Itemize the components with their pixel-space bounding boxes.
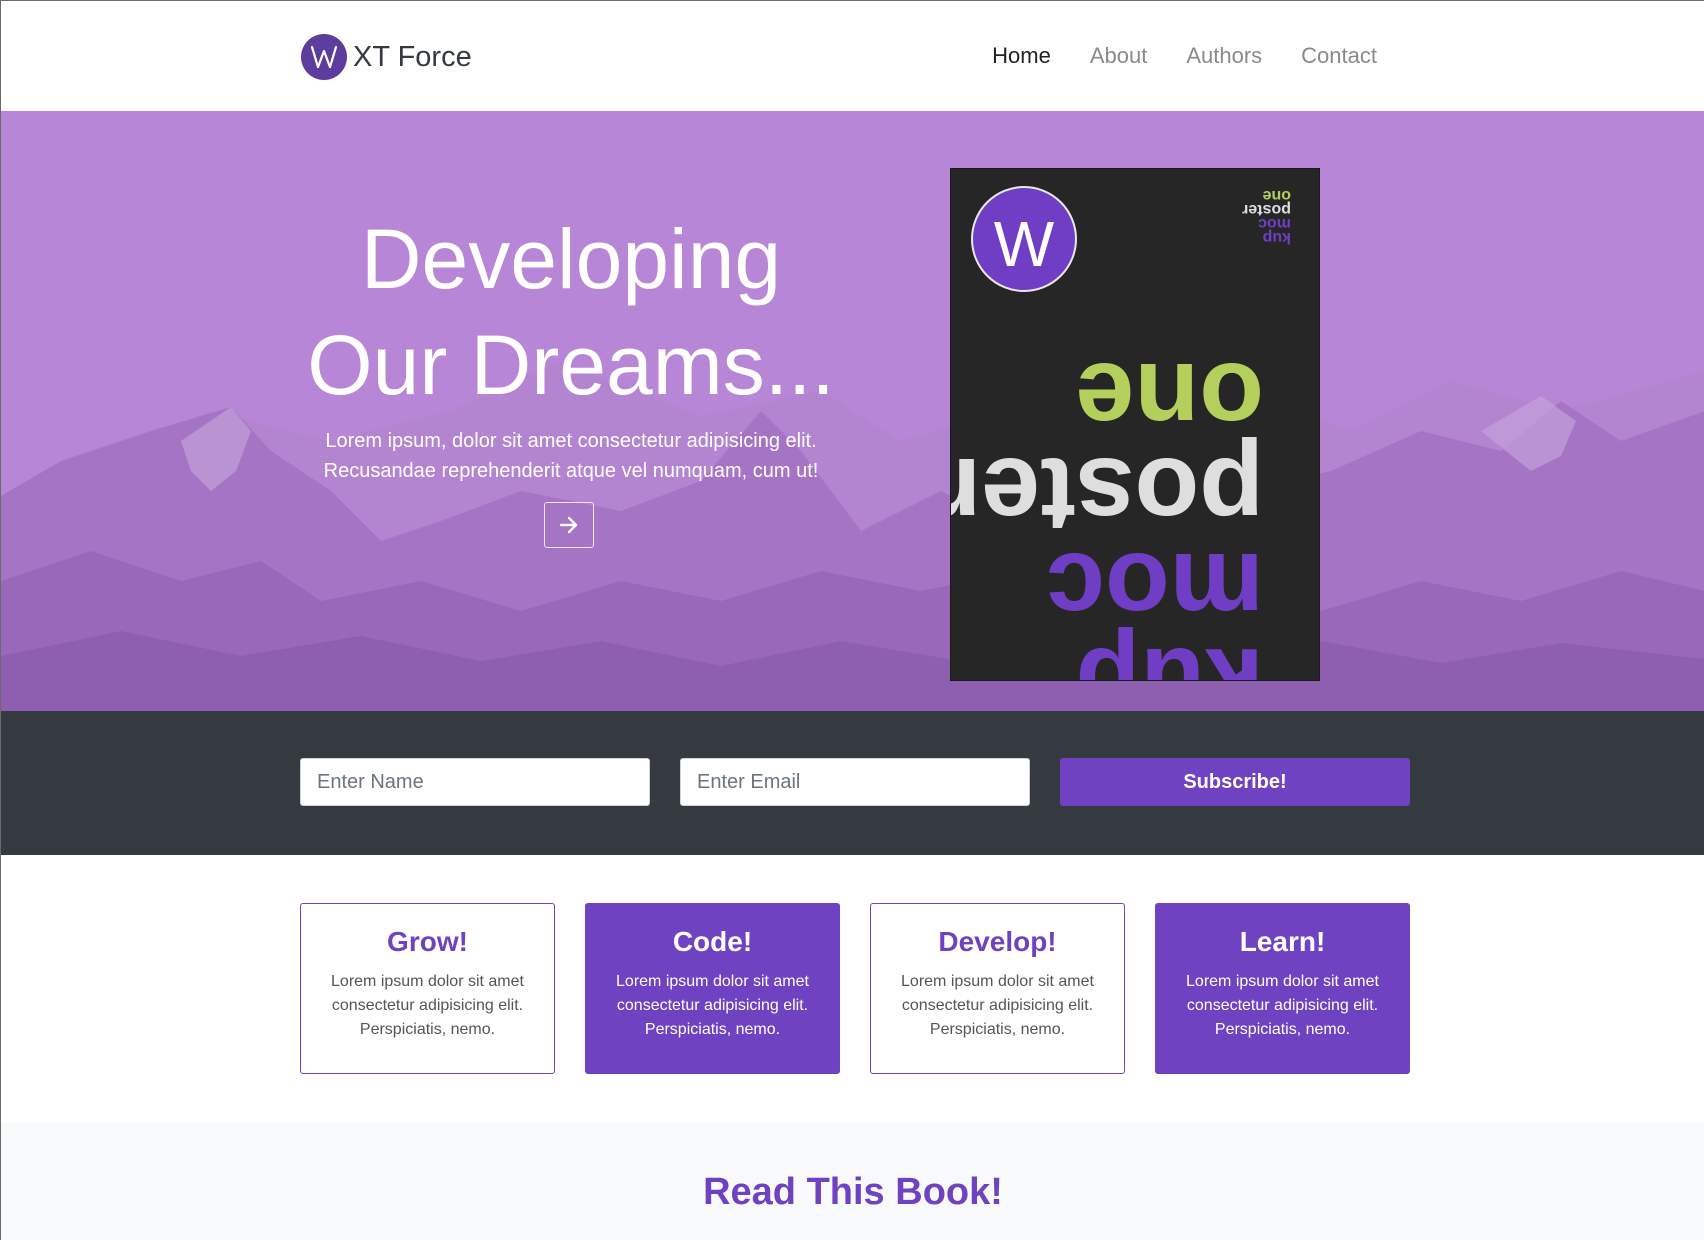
nav-item-authors[interactable]: Authors [1186, 43, 1262, 69]
email-input[interactable] [680, 758, 1030, 806]
page: XT Force Home About Authors Contact Deve… [0, 0, 1704, 1240]
w-glyph-icon [310, 45, 338, 69]
read-book-section: Read This Book! [1, 1123, 1704, 1240]
feature-card-learn: Learn! Lorem ipsum dolor sit amet consec… [1155, 903, 1410, 1074]
name-input[interactable] [300, 758, 650, 806]
feature-card-grow: Grow! Lorem ipsum dolor sit amet consect… [300, 903, 555, 1074]
brand-name: XT Force [353, 40, 472, 73]
feature-text: Lorem ipsum dolor sit amet consectetur a… [616, 973, 809, 1038]
w-logo-icon [301, 34, 347, 80]
nav-item-contact[interactable]: Contact [1301, 43, 1377, 69]
hero-text-line1: Lorem ipsum, dolor sit amet consectetur … [325, 430, 817, 452]
svg-text:one: one [1076, 341, 1264, 459]
hero-title-line1: Developing [360, 212, 782, 306]
feature-title: Grow! [387, 926, 468, 957]
subscribe-section: Subscribe! [1, 711, 1704, 855]
feature-title: Develop! [938, 926, 1057, 957]
hero-section: Developing Our Dreams... Lorem ipsum, do… [1, 111, 1704, 711]
feature-text: Lorem ipsum dolor sit amet consectetur a… [331, 973, 524, 1038]
poster-logo-letter: W [994, 208, 1055, 280]
feature-text: Lorem ipsum dolor sit amet consectetur a… [1186, 973, 1379, 1038]
hero-title-line2: Our Dreams... [307, 318, 835, 412]
arrow-right-icon [559, 516, 578, 534]
hero-title: Developing Our Dreams... [301, 206, 841, 418]
navbar: XT Force Home About Authors Contact [1, 1, 1704, 111]
hero-arrow-button[interactable] [544, 502, 594, 548]
poster-big-text: kup moc poster one [951, 341, 1264, 680]
subscribe-button[interactable]: Subscribe! [1060, 758, 1410, 806]
feature-title: Code! [672, 926, 753, 957]
brand-link[interactable]: XT Force [301, 34, 472, 80]
feature-title: Learn! [1239, 926, 1326, 957]
read-book-title: Read This Book! [703, 1171, 1003, 1213]
hero-text: Lorem ipsum, dolor sit amet consectetur … [301, 426, 841, 486]
mountains-background [1, 361, 1704, 711]
svg-text:one: one [1262, 187, 1291, 204]
poster-small-text: kup moc poster one [1242, 187, 1291, 246]
feature-text: Lorem ipsum dolor sit amet consectetur a… [901, 973, 1094, 1038]
book-poster: W kup moc poster one kup moc poster one [951, 169, 1319, 680]
nav-links: Home About Authors Contact [992, 43, 1377, 69]
features-section: Grow! Lorem ipsum dolor sit amet consect… [1, 855, 1704, 1123]
nav-item-about[interactable]: About [1090, 43, 1148, 69]
feature-card-develop: Develop! Lorem ipsum dolor sit amet cons… [870, 903, 1125, 1074]
feature-card-code: Code! Lorem ipsum dolor sit amet consect… [585, 903, 840, 1074]
poster-artwork: W kup moc poster one kup moc poster one [951, 186, 1291, 680]
hero-text-line2: Recusandae reprehenderit atque vel numqu… [323, 460, 819, 482]
nav-item-home[interactable]: Home [992, 43, 1051, 69]
